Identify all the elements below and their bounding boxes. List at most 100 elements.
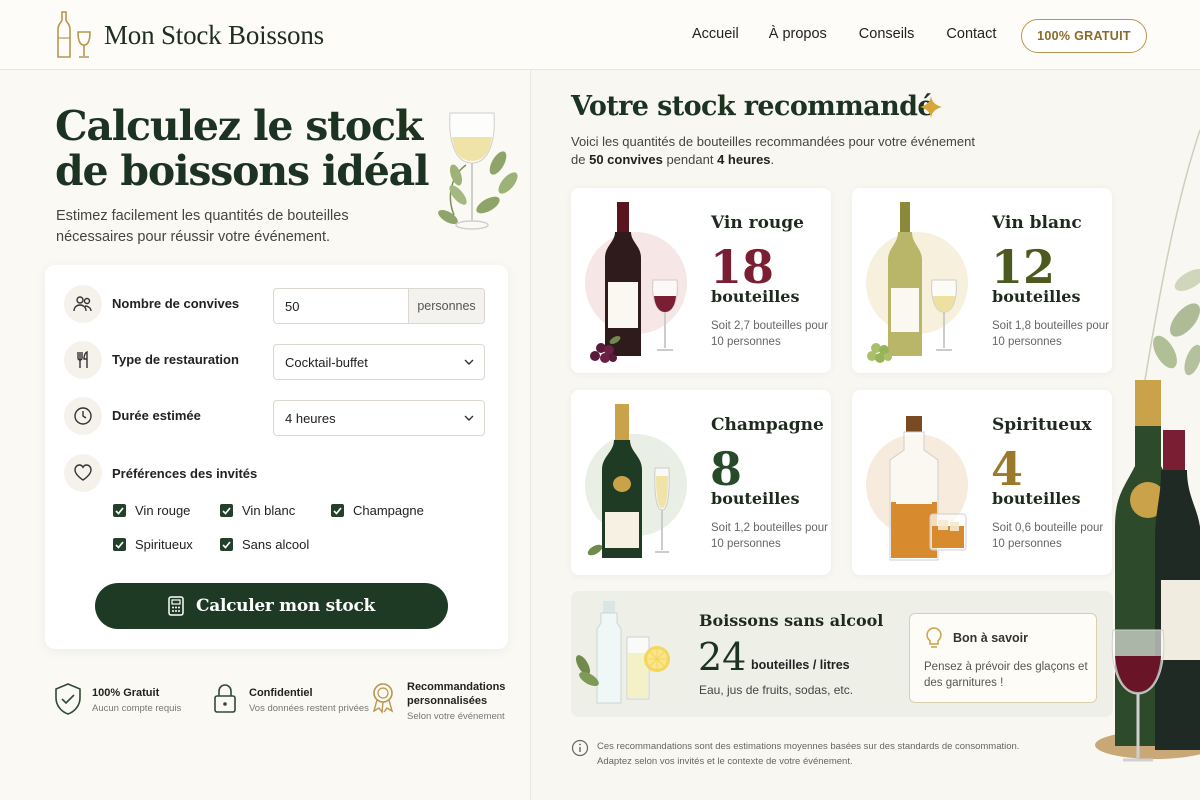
- badge-title: Confidentiel: [249, 687, 313, 699]
- checkbox-spiritueux[interactable]: Spiritueux: [113, 537, 193, 552]
- intro-text: pendant: [666, 152, 714, 167]
- hero-title: Calculez le stock de boissons idéal: [55, 104, 435, 194]
- card-title: Vin blanc: [992, 213, 1082, 233]
- card-note: Soit 1,2 bouteilles pour 10 personnes: [711, 522, 828, 550]
- intro-text: .: [770, 152, 775, 167]
- result-card-vin-rouge: Vin rouge 18 bouteilles Soit 2,7 bouteil…: [571, 188, 831, 373]
- card-note: Soit 2,7 bouteilles pour 10 personnes: [711, 320, 828, 348]
- white-wine-glass-illustration: [438, 112, 518, 230]
- checkbox-checked-icon[interactable]: [220, 538, 233, 551]
- card-quantity: 8: [710, 442, 743, 496]
- results-intro: Voici les quantités de bouteilles recomm…: [571, 133, 991, 169]
- catering-label: Type de restauration: [112, 352, 239, 367]
- hero-title-line-1: Calculez le stock: [55, 102, 423, 150]
- guests-unit: personnes: [408, 289, 484, 323]
- checkbox-vin-rouge[interactable]: Vin rouge: [113, 503, 190, 518]
- card-quantity: 4: [991, 442, 1024, 496]
- calculate-button-label: Calculer mon stock: [196, 596, 375, 616]
- brand-name: Mon Stock Boissons: [104, 19, 324, 50]
- tip-text: Pensez à prévoir des glaçons et des garn…: [924, 661, 1088, 689]
- checkbox-sans-alcool[interactable]: Sans alcool: [220, 537, 309, 552]
- cutlery-icon: [64, 341, 102, 379]
- badge-subtitle: Aucun compte requis: [92, 703, 182, 714]
- guests-value[interactable]: 50: [274, 299, 408, 314]
- free-button[interactable]: 100% GRATUIT: [1021, 19, 1147, 53]
- tip-title: Bon à savoir: [953, 631, 1029, 645]
- nav-a-propos[interactable]: À propos: [769, 26, 827, 42]
- tip-box: Bon à savoir Pensez à prévoir des glaçon…: [909, 613, 1097, 703]
- award-medal-icon: [372, 683, 394, 714]
- badge-free: 100% Gratuit Aucun compte requis: [53, 682, 181, 716]
- checkbox-label: Vin blanc: [242, 503, 296, 518]
- guests-label: Nombre de convives: [112, 296, 240, 311]
- intro-text: de: [571, 152, 586, 167]
- lightbulb-icon: [926, 627, 942, 648]
- intro-duration: 4 heures: [717, 152, 771, 167]
- checkbox-label: Spiritueux: [135, 537, 193, 552]
- card-note: Soit 1,8 bouteilles pour 10 personnes: [992, 320, 1109, 348]
- calculate-button[interactable]: Calculer mon stock: [95, 583, 448, 629]
- site-header: Mon Stock Boissons Accueil À propos Cons…: [0, 0, 1200, 70]
- badge-subtitle: Selon votre événement: [407, 711, 505, 722]
- spirits-bottle-icon: [889, 416, 967, 561]
- badge-subtitle: Vos données restent privées: [249, 703, 369, 714]
- checkbox-vin-blanc[interactable]: Vin blanc: [220, 503, 295, 518]
- checkbox-checked-icon[interactable]: [113, 538, 126, 551]
- duration-value: 4 heures: [285, 410, 336, 426]
- nav-accueil[interactable]: Accueil: [692, 26, 739, 42]
- disclaimer-text: Ces recommandations sont des estimations…: [597, 741, 1020, 767]
- shield-check-icon: [55, 683, 81, 715]
- intro-text: Voici les quantités de bouteilles recomm…: [571, 134, 975, 149]
- card-title: Vin rouge: [711, 213, 804, 233]
- calculator-icon: [168, 596, 184, 616]
- card-unit: bouteilles: [711, 489, 800, 508]
- intro-guests: 50 convives: [589, 152, 663, 167]
- badge-title: Recommandations personnalisées: [407, 681, 506, 707]
- hero-title-line-2: de boissons idéal: [55, 147, 430, 195]
- card-title: Spiritueux: [992, 415, 1092, 435]
- checkbox-checked-icon[interactable]: [331, 504, 344, 517]
- checkbox-champagne[interactable]: Champagne: [331, 503, 424, 518]
- people-icon: [64, 285, 102, 323]
- result-card-spiritueux: Spiritueux 4 bouteilles Soit 0,6 bouteil…: [852, 390, 1112, 575]
- card-unit: bouteilles: [711, 287, 800, 306]
- badge-personalized: Recommandations personnalisées Selon vot…: [368, 680, 507, 722]
- badge-confidential: Confidentiel Vos données restent privées: [210, 682, 369, 716]
- brand-logo[interactable]: Mon Stock Boissons: [54, 10, 324, 60]
- nav-conseils[interactable]: Conseils: [859, 26, 915, 42]
- soft-title: Boissons sans alcool: [699, 611, 884, 630]
- red-wine-bottle-icon: [590, 202, 678, 363]
- leaf-decoration: [1144, 129, 1200, 381]
- checkbox-checked-icon[interactable]: [113, 504, 126, 517]
- soft-note: Eau, jus de fruits, sodas, etc.: [699, 683, 854, 697]
- badge-title: 100% Gratuit: [92, 687, 160, 699]
- duration-select[interactable]: 4 heures: [273, 400, 485, 436]
- catering-select[interactable]: Cocktail-buffet: [273, 344, 485, 380]
- disclaimer: Ces recommandations sont des estimations…: [571, 739, 1037, 769]
- result-card-vin-blanc: Vin blanc 12 bouteilles Soit 1,8 bouteil…: [852, 188, 1112, 373]
- chevron-down-icon: [454, 359, 484, 365]
- soft-quantity: 24: [698, 635, 747, 679]
- card-quantity: 12: [991, 240, 1056, 294]
- card-quantity: 18: [710, 240, 775, 294]
- chevron-down-icon: [454, 415, 484, 421]
- card-unit: bouteilles: [992, 489, 1081, 508]
- bottle-glass-logo-icon: [57, 11, 91, 58]
- nav-contact[interactable]: Contact: [946, 26, 996, 42]
- soft-unit: bouteilles / litres: [751, 658, 850, 672]
- checkbox-checked-icon[interactable]: [220, 504, 233, 517]
- main-nav: Accueil À propos Conseils Contact: [692, 26, 1028, 42]
- preferences-label: Préférences des invités: [112, 466, 258, 481]
- sparkle-icon: [920, 96, 942, 118]
- checkbox-label: Champagne: [353, 503, 424, 518]
- result-card-sans-alcool: Boissons sans alcool 24 bouteilles / lit…: [571, 591, 1113, 717]
- heart-icon: [64, 454, 102, 492]
- catering-value: Cocktail-buffet: [285, 354, 368, 370]
- bottles-decoration: [1095, 380, 1200, 762]
- results-title: Votre stock recommandé: [571, 91, 935, 122]
- guests-input[interactable]: 50 personnes: [273, 288, 485, 324]
- checkbox-label: Sans alcool: [242, 537, 310, 552]
- champagne-bottle-icon: [587, 404, 670, 558]
- info-icon: [571, 739, 589, 757]
- duration-label: Durée estimée: [112, 408, 201, 423]
